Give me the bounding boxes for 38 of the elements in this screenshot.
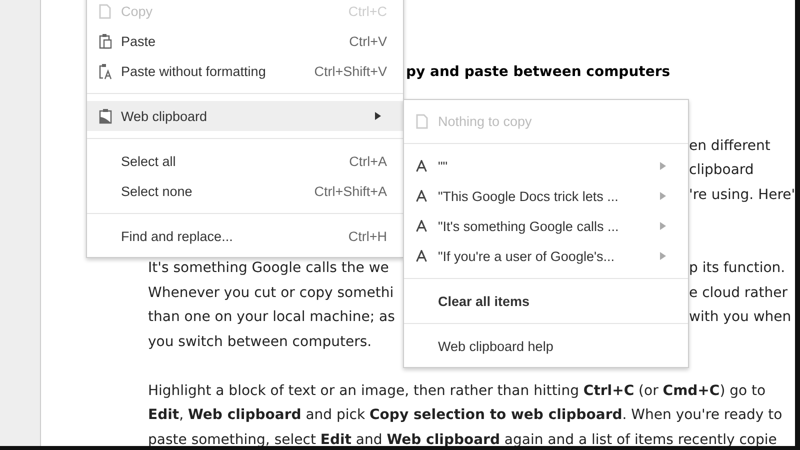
document-text: en different xyxy=(689,138,770,154)
copy-icon xyxy=(99,4,111,18)
paste-icon xyxy=(99,33,112,49)
document-text: Edit, Web clipboard and pick Copy selection to web clipboard. When you're ready to xyxy=(148,407,782,423)
text-icon xyxy=(416,220,427,232)
clipboard-entry[interactable]: "" xyxy=(404,151,688,181)
text-icon xyxy=(416,250,427,262)
submenu-arrow-icon xyxy=(660,192,666,200)
menu-item[interactable]: Find and replace... Ctrl+H xyxy=(87,221,403,251)
document-text: than one on your local machine; as xyxy=(148,309,395,325)
document-text: you switch between computers. xyxy=(148,334,372,350)
menu-item[interactable]: Select all Ctrl+A xyxy=(87,146,403,176)
document-heading: py and paste between computers xyxy=(406,64,670,80)
document-text: with you when xyxy=(689,309,792,325)
copy-icon xyxy=(416,114,428,128)
document-text: Whenever you cut or copy somethi xyxy=(148,284,394,300)
clipboard-icon xyxy=(99,108,112,124)
document-text: 're using. Here' xyxy=(689,186,795,202)
document-text: p its function. xyxy=(689,260,786,276)
menu-item[interactable]: Web clipboard help xyxy=(404,331,688,361)
menu-item[interactable]: Clear all items xyxy=(404,286,688,316)
paste-plain-icon xyxy=(99,62,113,80)
text-icon xyxy=(416,190,427,202)
document-text: e cloud rather xyxy=(689,284,788,300)
clipboard-entry[interactable]: "If you're a user of Google's... xyxy=(404,241,688,271)
submenu-arrow-icon xyxy=(660,162,666,170)
menu-item[interactable]: Paste without formatting Ctrl+Shift+V xyxy=(87,56,403,86)
document-text: It's something Google calls the we xyxy=(148,260,389,276)
menu-item[interactable]: Paste Ctrl+V xyxy=(87,26,403,56)
submenu-arrow-icon xyxy=(660,222,666,230)
clipboard-entry[interactable]: "This Google Docs trick lets ... xyxy=(404,181,688,211)
submenu-arrow-icon xyxy=(660,252,666,260)
text-icon xyxy=(416,160,427,172)
document-text: Highlight a block of text or an image, then rather than hitting Ctrl+C (or Cmd+C) go to xyxy=(148,382,766,398)
menu-item[interactable]: Web clipboard xyxy=(87,101,403,131)
clipboard-entry[interactable]: "It's something Google calls ... xyxy=(404,211,688,241)
document-text: clipboard xyxy=(689,162,754,178)
menu-item[interactable]: Select none Ctrl+Shift+A xyxy=(87,176,403,206)
